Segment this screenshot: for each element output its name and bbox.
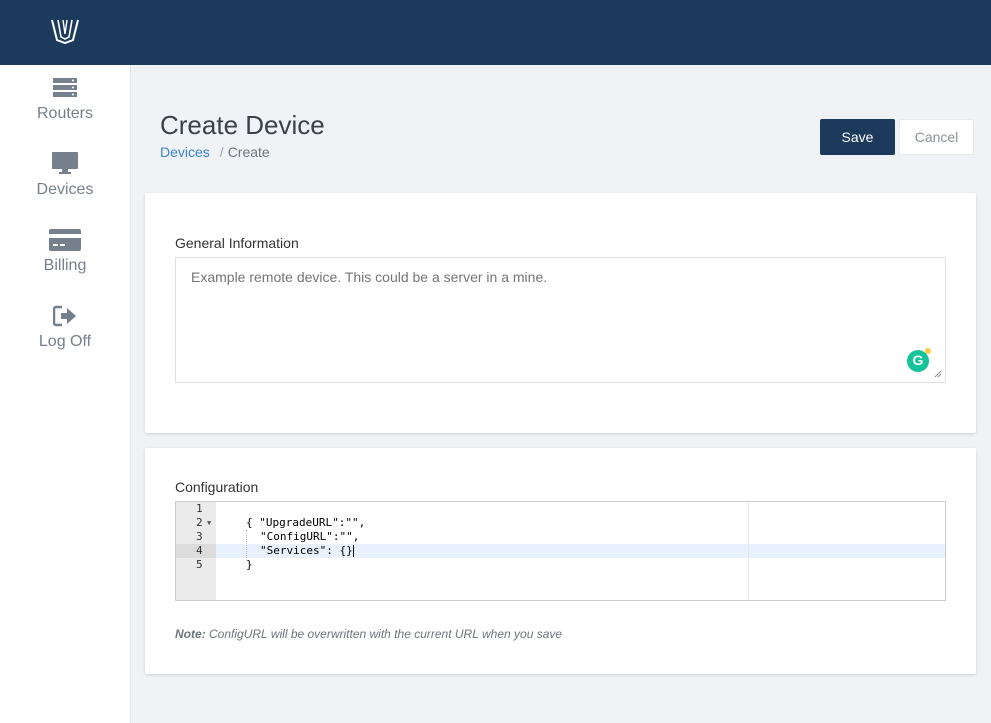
general-information-label: General Information <box>175 235 299 251</box>
sidebar-item-label: Devices <box>36 181 94 198</box>
line-number: 5 <box>196 558 203 571</box>
line-number: 1 <box>196 502 203 515</box>
code-line: "ConfigURL":"", <box>260 530 360 543</box>
breadcrumb-current: Create <box>227 144 270 160</box>
json-code-editor[interactable]: 1 2 4 3 5 ▼ { "UpgradeURL":"", "ConfigUR… <box>175 501 946 601</box>
sidebar-item-label: Log Off <box>38 333 92 350</box>
top-bar <box>0 0 991 65</box>
fold-arrow-icon[interactable]: ▼ <box>207 519 211 527</box>
line-number: 3 <box>196 530 203 543</box>
text-cursor <box>352 545 354 557</box>
brand-logo-icon[interactable] <box>50 17 80 45</box>
sidebar-item-devices[interactable]: Devices <box>0 151 130 199</box>
breadcrumb-devices-link[interactable]: Devices <box>160 144 210 160</box>
general-information-card: General Information G <box>145 193 976 433</box>
configuration-note: Note: ConfigURL will be overwritten with… <box>175 627 563 641</box>
monitor-icon <box>52 152 78 174</box>
page-title: Create Device <box>160 110 325 140</box>
logout-icon <box>53 305 76 327</box>
breadcrumb: Devices / Create <box>160 144 270 160</box>
breadcrumb-separator: / <box>219 144 224 160</box>
configuration-card: Configuration 1 2 4 3 5 ▼ { "UpgradeURL"… <box>145 448 976 674</box>
grammarly-icon[interactable]: G <box>907 348 931 372</box>
sidebar-item-billing[interactable]: Billing <box>0 229 130 275</box>
line-number: 4 <box>176 544 216 558</box>
sidebar-item-logoff[interactable]: Log Off <box>0 305 130 351</box>
server-icon <box>53 78 77 97</box>
resize-handle-icon[interactable] <box>934 370 942 378</box>
credit-card-icon <box>49 229 81 251</box>
print-margin <box>748 502 749 600</box>
save-button[interactable]: Save <box>820 119 895 155</box>
sidebar-item-routers[interactable]: Routers <box>0 77 130 123</box>
indent-guide <box>246 530 247 558</box>
code-line: { "UpgradeURL":"", <box>246 516 366 529</box>
code-line: "Services": {} <box>260 544 354 557</box>
cancel-button[interactable]: Cancel <box>899 119 974 155</box>
sidebar-item-label: Routers <box>36 105 94 122</box>
configuration-label: Configuration <box>175 479 259 495</box>
editor-gutter: 1 2 4 3 5 ▼ <box>176 502 216 600</box>
sidebar-item-label: Billing <box>43 257 87 274</box>
code-line: } <box>246 558 253 571</box>
description-textarea[interactable] <box>175 257 946 383</box>
sidebar: Routers Devices Billing Log Off <box>0 65 131 723</box>
